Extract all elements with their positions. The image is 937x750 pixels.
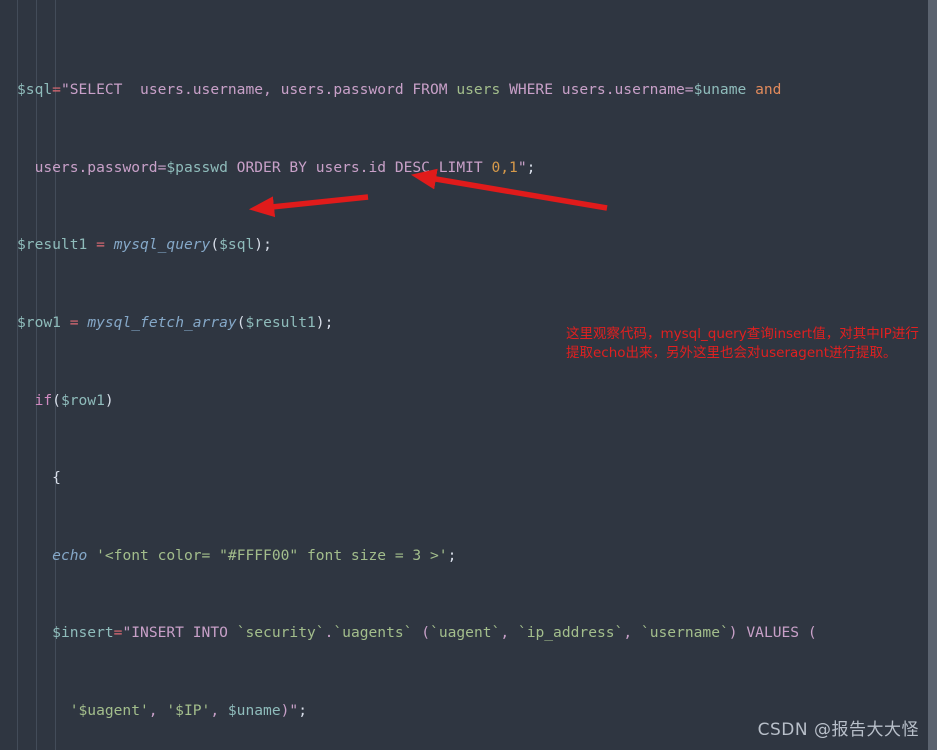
annotation-note: 这里观察代码，mysql_query查询insert值，对其中IP进行提取ech… [566, 326, 919, 361]
vertical-scrollbar[interactable] [928, 0, 937, 750]
source-code-block[interactable]: $sql="SELECT users.username, users.passw… [0, 0, 817, 750]
code-line-1: $sql="SELECT users.username, users.passw… [17, 81, 782, 99]
watermark: CSDN @报告大大怪 [757, 720, 919, 740]
code-line-8: $insert="INSERT INTO `security`.`uagents… [52, 624, 817, 642]
code-line-5: if($row1) [34, 391, 114, 409]
code-line-7: echo '<font color= "#FFFF00" font size =… [52, 546, 457, 564]
code-line-2: users.password=$passwd ORDER BY users.id… [34, 158, 536, 176]
code-editor-pane[interactable]: $sql="SELECT users.username, users.passw… [0, 0, 937, 750]
code-line-9: '$uagent', '$IP', $uname)"; [69, 702, 307, 720]
code-line-6: { [52, 469, 61, 487]
code-line-3: $result1 = mysql_query($sql); [17, 236, 272, 254]
